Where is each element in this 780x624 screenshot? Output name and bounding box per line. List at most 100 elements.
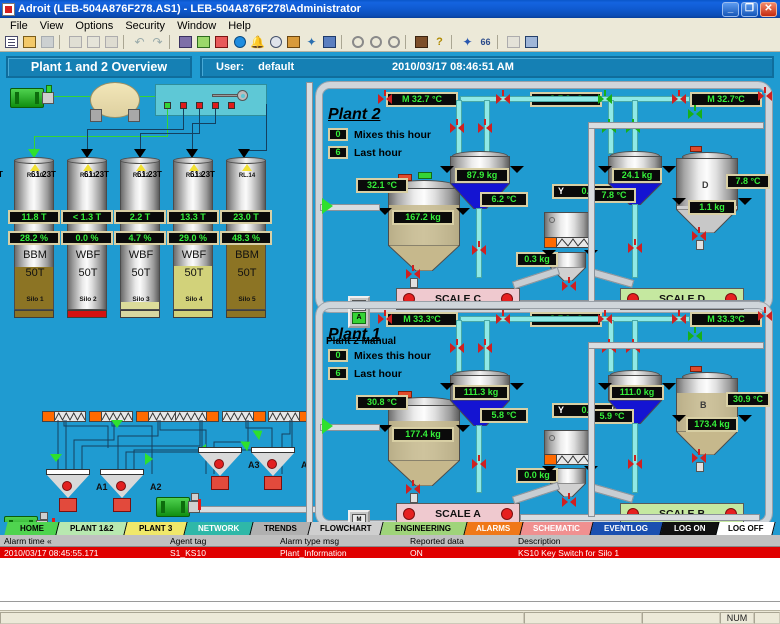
plant-1-valve-9[interactable] bbox=[688, 327, 702, 342]
silo-5-weight: 23.0 T bbox=[220, 210, 272, 224]
mixer-a2[interactable]: A2 bbox=[100, 469, 162, 512]
menu-item-options[interactable]: Options bbox=[69, 20, 119, 32]
plant-1-valve-6[interactable] bbox=[478, 339, 492, 354]
plant-2-mixes-this-hour-label: Mixes this hour bbox=[354, 129, 432, 141]
help-icon[interactable]: ? bbox=[431, 34, 448, 50]
binoculars-icon[interactable]: 66 bbox=[477, 34, 494, 50]
tab-engineering[interactable]: ENGINEERING bbox=[380, 522, 468, 535]
menu-item-security[interactable]: Security bbox=[119, 20, 171, 32]
plant-1-mixer-a-chute bbox=[410, 493, 418, 503]
slideshow-icon[interactable] bbox=[285, 34, 302, 50]
silo-selection-panel[interactable] bbox=[155, 84, 267, 116]
plant-2-valve-1[interactable] bbox=[378, 90, 392, 105]
tab-trends[interactable]: TRENDS bbox=[250, 522, 312, 535]
paste-icon bbox=[103, 34, 120, 50]
window-icon[interactable] bbox=[523, 34, 540, 50]
plant-2-valve-5[interactable] bbox=[450, 119, 464, 134]
agent-list-icon[interactable] bbox=[177, 34, 194, 50]
plant-1-return-line bbox=[520, 514, 760, 521]
tab-log-on[interactable]: LOG ON bbox=[660, 522, 720, 535]
close-button[interactable]: ✕ bbox=[760, 1, 777, 17]
route-wire-4c bbox=[192, 123, 193, 152]
plant-1-water-outlet-valve[interactable] bbox=[472, 455, 486, 470]
plant-1-scale-a[interactable]: SCALE A bbox=[396, 503, 520, 522]
silo-1-percent: 28.2 % bbox=[8, 231, 60, 245]
mixer-a4[interactable]: A4 bbox=[251, 447, 313, 490]
tab-schematic[interactable]: SCHEMATIC bbox=[520, 522, 594, 535]
tab-plant-3[interactable]: PLANT 3 bbox=[124, 522, 188, 535]
new-document-icon[interactable] bbox=[3, 34, 20, 50]
table-row[interactable]: 2010/03/17 08:45:55.171 S1_KS10 Plant_In… bbox=[0, 547, 780, 558]
alarm-col-type[interactable]: Alarm type msg bbox=[280, 536, 339, 546]
plant-1-manual-button[interactable]: M A bbox=[348, 510, 370, 522]
plant-2-mixer-d-chute bbox=[696, 240, 704, 250]
plant-1-valve-5[interactable] bbox=[450, 339, 464, 354]
alarm-col-data[interactable]: Reported data bbox=[410, 536, 464, 546]
header-info-bar: User: default 2010/03/17 08:46:51 AM bbox=[200, 56, 774, 78]
mixer-a3[interactable]: A3 bbox=[198, 447, 260, 490]
silo-1-capacity: 50T bbox=[25, 267, 45, 279]
route-wire-5 bbox=[266, 104, 267, 150]
plant-2-water-outlet-valve[interactable] bbox=[472, 241, 486, 256]
plant-2-valve-9[interactable] bbox=[688, 105, 702, 120]
alarm-col-description[interactable]: Description bbox=[518, 536, 561, 546]
plant-2-valve-6[interactable] bbox=[478, 119, 492, 134]
route-wire-4b bbox=[192, 123, 216, 124]
plant-1-valve-1[interactable] bbox=[378, 310, 392, 325]
plant-2-mixer-d-motor bbox=[690, 146, 702, 152]
silo-3-tonnage: 61.23T bbox=[84, 170, 109, 179]
mixer-a1[interactable]: A1 bbox=[46, 469, 108, 512]
tab-plant-1-2[interactable]: PLANT 1&2 bbox=[56, 522, 128, 535]
form-icon[interactable] bbox=[321, 34, 338, 50]
tab-home[interactable]: HOME bbox=[4, 522, 60, 535]
plant-1-mixer-a-cone bbox=[388, 460, 460, 486]
toolbar-separator bbox=[405, 35, 411, 49]
save-disk-icon[interactable] bbox=[39, 34, 56, 50]
plant-2-valve-2[interactable] bbox=[496, 90, 510, 105]
silo-5-level-icon bbox=[242, 164, 252, 171]
menu-item-view[interactable]: View bbox=[34, 20, 70, 32]
tab-flowchart[interactable]: FLOWCHART bbox=[308, 522, 384, 535]
plant-2-hopper-outlet-valve[interactable] bbox=[562, 277, 576, 292]
plant-1-water-arrow-left bbox=[440, 383, 454, 390]
plant-1-hopper-outlet-valve[interactable] bbox=[562, 493, 576, 508]
menu-item-file[interactable]: File bbox=[4, 20, 34, 32]
plant-2-valve-4[interactable] bbox=[672, 90, 686, 105]
plant-1-valve-3[interactable] bbox=[598, 310, 612, 325]
maximize-button[interactable]: ❐ bbox=[741, 1, 758, 17]
bar-chart-icon[interactable] bbox=[213, 34, 230, 50]
clock-icon[interactable] bbox=[267, 34, 284, 50]
globe-icon[interactable] bbox=[231, 34, 248, 50]
key-switch-icon[interactable] bbox=[212, 90, 248, 101]
minimize-button[interactable]: _ bbox=[722, 1, 739, 17]
plant-2-valve-3[interactable] bbox=[598, 90, 612, 105]
tag-icon[interactable]: ✦ bbox=[459, 34, 476, 50]
menu-item-window[interactable]: Window bbox=[171, 20, 222, 32]
silo-2-capacity: 50T bbox=[78, 267, 98, 279]
alarm-bell-icon[interactable]: 🔔 bbox=[249, 34, 266, 50]
status-cell-num: NUM bbox=[720, 611, 754, 624]
plant-2-last-hour-label: Last hour bbox=[354, 147, 402, 159]
wand-icon[interactable]: ✦ bbox=[303, 34, 320, 50]
menu-item-help[interactable]: Help bbox=[222, 20, 257, 32]
tab-log-off[interactable]: LOG OFF bbox=[716, 522, 776, 535]
alarm-col-time[interactable]: Alarm time « bbox=[4, 536, 52, 546]
plant-2-water2-outlet-valve[interactable] bbox=[628, 239, 642, 254]
plant-1-valve-4[interactable] bbox=[672, 310, 686, 325]
trend-chart-icon[interactable] bbox=[195, 34, 212, 50]
silo-1-weight: 11.8 T bbox=[8, 210, 60, 224]
alarm-col-tag[interactable]: Agent tag bbox=[170, 536, 206, 546]
plant-1-mixer-b-weight: 173.4 kg bbox=[686, 417, 738, 432]
tab-alarms[interactable]: ALARMS bbox=[464, 522, 524, 535]
tab-eventlog[interactable]: EVENTLOG bbox=[590, 522, 664, 535]
silo-3-capacity: 50T bbox=[131, 267, 151, 279]
plant-2-valve-10[interactable] bbox=[758, 87, 772, 102]
plant-1-water2-outlet-valve[interactable] bbox=[628, 455, 642, 470]
open-folder-icon[interactable] bbox=[21, 34, 38, 50]
plant-1-valve-10[interactable] bbox=[758, 307, 772, 322]
datetime-display: 2010/03/17 08:46:51 AM bbox=[392, 61, 514, 73]
tab-network[interactable]: NETWORK bbox=[184, 522, 254, 535]
plant-1-valve-2[interactable] bbox=[496, 310, 510, 325]
plant-1-water2-weight: 111.0 kg bbox=[610, 385, 664, 400]
printer-icon[interactable] bbox=[413, 34, 430, 50]
